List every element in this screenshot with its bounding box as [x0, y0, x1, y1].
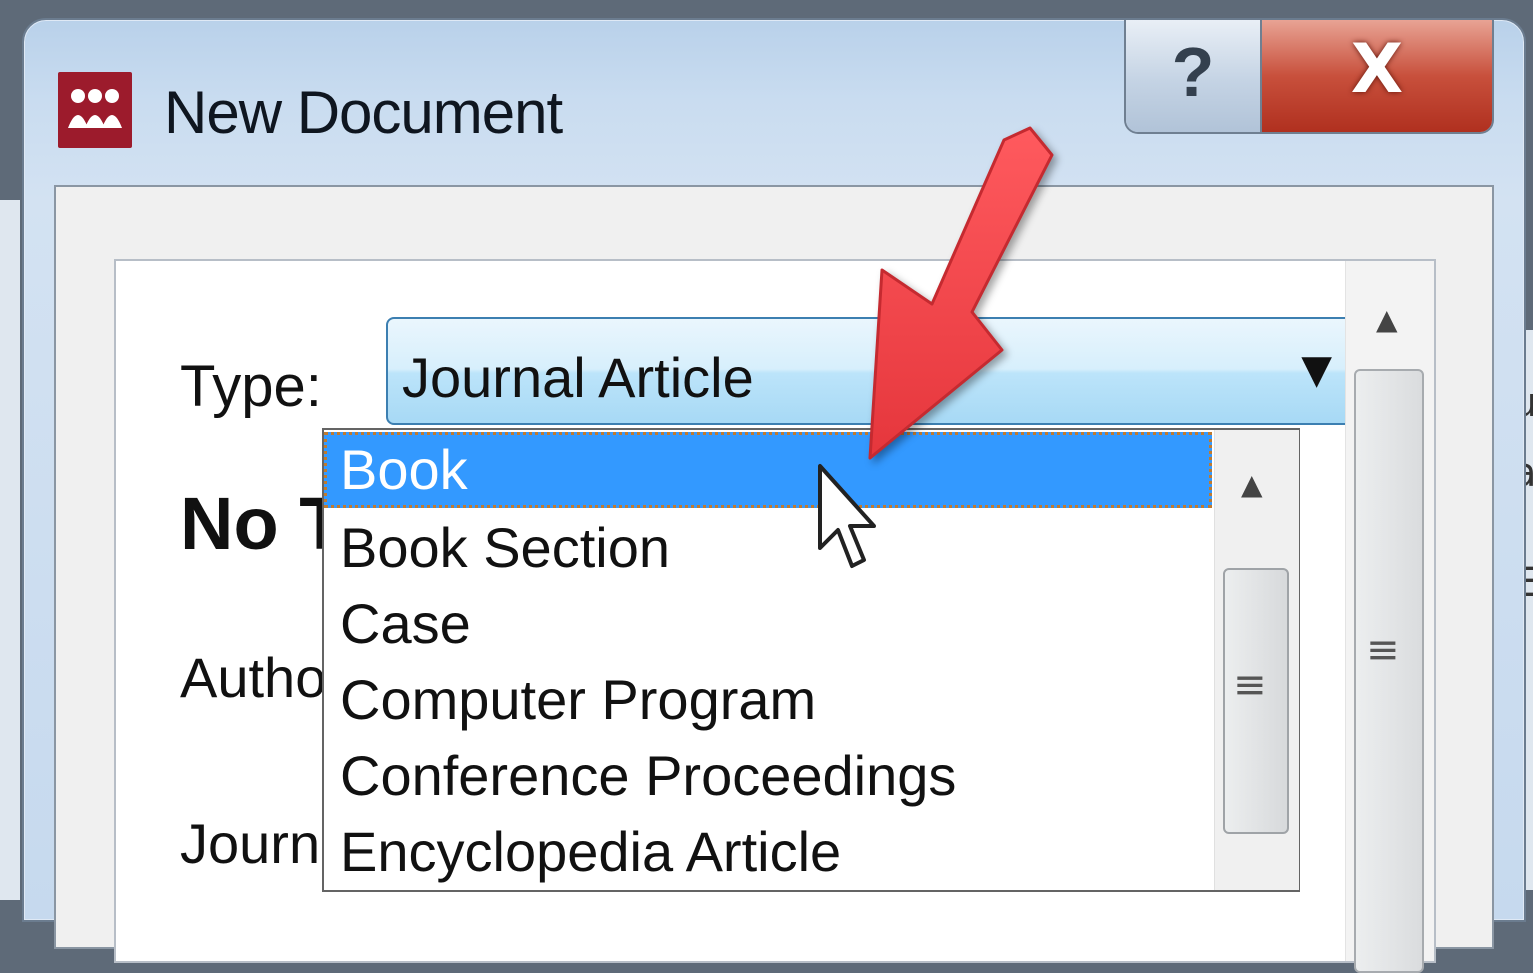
red-arrow-icon	[868, 126, 1054, 460]
mouse-cursor-icon	[818, 464, 876, 568]
